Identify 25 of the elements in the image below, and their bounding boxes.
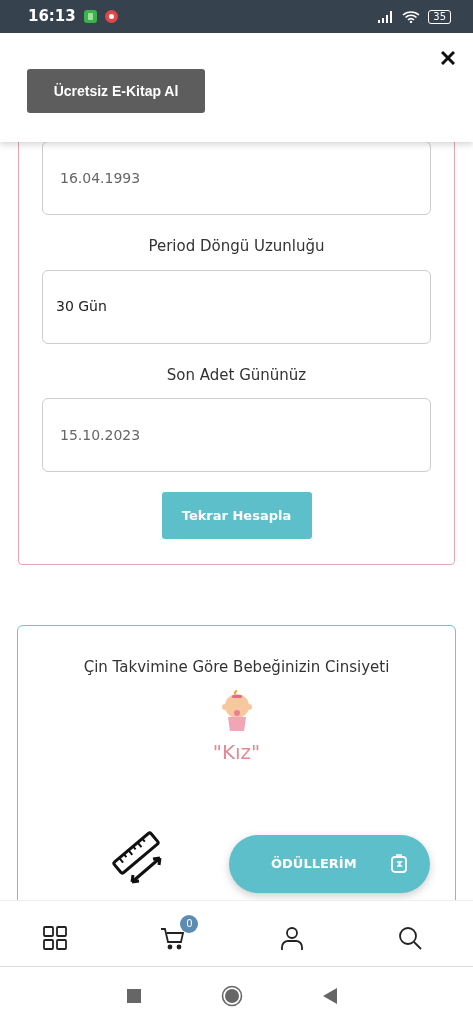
free-ebook-button[interactable]: Ücretsiz E-Kitap Al bbox=[27, 69, 205, 113]
date-field[interactable]: 16.04.1993 bbox=[42, 141, 431, 215]
recent-apps-button[interactable] bbox=[126, 988, 141, 1003]
cart-nav-button[interactable]: 0 bbox=[156, 912, 199, 955]
wifi-icon bbox=[402, 10, 421, 23]
gender-result: "Kız" bbox=[211, 738, 262, 766]
grid-icon bbox=[42, 924, 69, 951]
search-icon bbox=[396, 924, 423, 951]
home-button[interactable] bbox=[220, 984, 243, 1007]
battery-indicator: 35 bbox=[428, 9, 451, 24]
signal-icon bbox=[378, 10, 395, 23]
cycle-select[interactable]: 30 Gün bbox=[42, 269, 431, 344]
field-label: Period Döngü Uzunluğu bbox=[147, 236, 326, 257]
user-icon bbox=[278, 924, 305, 951]
close-icon[interactable] bbox=[441, 51, 455, 65]
baby-icon bbox=[219, 688, 254, 733]
reward-icon bbox=[390, 854, 408, 874]
field-label: Son Adet Gününüz bbox=[165, 364, 308, 386]
clock-text: 16:13 bbox=[28, 6, 76, 28]
card-title: Çin Takvimine Göre Bebeğinizin Cinsiyeti bbox=[82, 657, 391, 678]
notification-icon bbox=[104, 10, 118, 23]
back-button[interactable] bbox=[322, 987, 337, 1004]
cart-count-badge: 0 bbox=[180, 914, 199, 933]
notification-icon bbox=[83, 10, 97, 23]
date-field[interactable]: 15.10.2023 bbox=[42, 398, 431, 472]
